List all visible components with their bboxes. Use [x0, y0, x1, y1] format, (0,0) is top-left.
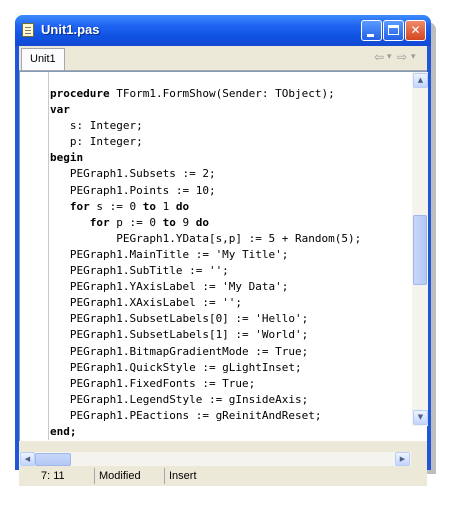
code-keyword: for: [89, 215, 110, 229]
code-token: TForm1.FormShow(Sender: TObject);: [109, 87, 335, 100]
maximize-icon: [388, 25, 399, 35]
code-token: PEGraph1.PEactions := gReinitAndReset;: [50, 408, 322, 422]
code-keyword: var: [50, 103, 70, 117]
code-line[interactable]: p: Integer;: [50, 134, 361, 150]
client-area: Unit1 ⇦ ▾ ⇨ ▾ procedure TForm1.FormShow(…: [19, 46, 428, 466]
window-title: Unit1.pas: [41, 22, 100, 37]
code-keyword: to: [162, 215, 176, 229]
title-bar[interactable]: Unit1.pas ✕: [15, 15, 431, 46]
scroll-down-button[interactable]: ▼: [413, 410, 428, 425]
code-token: PEGraph1.XAxisLabel := '';: [50, 296, 243, 310]
forward-arrow-icon[interactable]: ⇨: [397, 50, 407, 64]
minimize-button[interactable]: [361, 20, 382, 41]
code-keyword: do: [195, 215, 209, 229]
code-keyword: do: [175, 199, 190, 213]
tab-unit1[interactable]: Unit1: [21, 48, 65, 70]
code-line[interactable]: end;: [50, 424, 361, 440]
code-line[interactable]: PEGraph1.Subsets := 2;: [50, 166, 361, 182]
code-token: PEGraph1.SubTitle := '';: [50, 264, 229, 278]
code-line[interactable]: PEGraph1.BitmapGradientMode := True;: [50, 344, 361, 360]
horizontal-scroll-thumb[interactable]: [35, 453, 71, 466]
back-dropdown-icon[interactable]: ▾: [387, 52, 392, 62]
vertical-scroll-thumb[interactable]: [413, 215, 427, 285]
code-line[interactable]: PEGraph1.YData[s,p] := 5 + Random(5);: [50, 231, 361, 247]
code-token: p := 0: [109, 215, 163, 229]
code-text[interactable]: procedure TForm1.FormShow(Sender: TObjec…: [50, 86, 361, 440]
scroll-left-button[interactable]: ◀: [20, 452, 35, 466]
status-bar: 7: 11 Modified Insert: [19, 466, 427, 486]
editor-window: Unit1.pas ✕ Unit1 ⇦ ▾ ⇨ ▾ procedure TFor…: [15, 15, 431, 486]
code-line[interactable]: PEGraph1.YAxisLabel := 'My Data';: [50, 279, 361, 295]
code-keyword: for: [69, 199, 90, 213]
scrollbar-corner: [411, 452, 427, 466]
cursor-position: 7: 11: [19, 468, 95, 484]
close-button[interactable]: ✕: [405, 20, 426, 41]
code-line[interactable]: PEGraph1.LegendStyle := gInsideAxis;: [50, 392, 361, 408]
code-keyword: to: [142, 199, 156, 213]
code-keyword: end;: [50, 424, 77, 438]
maximize-button[interactable]: [383, 20, 404, 41]
document-icon: [22, 23, 34, 37]
code-editor[interactable]: procedure TForm1.FormShow(Sender: TObjec…: [19, 71, 428, 441]
code-token: 9: [175, 215, 196, 229]
code-line[interactable]: PEGraph1.QuickStyle := gLightInset;: [50, 360, 361, 376]
code-token: PEGraph1.Points := 10;: [50, 183, 216, 197]
code-token: s: Integer;: [50, 119, 143, 133]
editor-gutter: [20, 72, 49, 440]
code-line[interactable]: s: Integer;: [50, 118, 361, 134]
code-token: PEGraph1.SubsetLabels[0] := 'Hello';: [50, 312, 309, 326]
code-token: PEGraph1.QuickStyle := gLightInset;: [50, 360, 302, 374]
code-keyword: begin: [50, 151, 84, 165]
code-token: p: Integer;: [50, 135, 143, 149]
code-token: s := 0: [89, 199, 143, 213]
code-line[interactable]: PEGraph1.SubTitle := '';: [50, 263, 361, 279]
code-line[interactable]: for s := 0 to 1 do: [50, 199, 361, 215]
code-line[interactable]: PEGraph1.Points := 10;: [50, 183, 361, 199]
code-token: PEGraph1.FixedFonts := True;: [50, 376, 256, 390]
code-line[interactable]: PEGraph1.XAxisLabel := '';: [50, 295, 361, 311]
code-line[interactable]: PEGraph1.SubsetLabels[0] := 'Hello';: [50, 311, 361, 327]
code-keyword: procedure: [50, 87, 110, 100]
insert-mode-indicator: Insert: [169, 470, 197, 482]
code-line[interactable]: begin: [50, 150, 361, 166]
code-line[interactable]: PEGraph1.MainTitle := 'My Title';: [50, 247, 361, 263]
code-line[interactable]: var: [50, 102, 361, 118]
code-token: PEGraph1.SubsetLabels[1] := 'World';: [50, 328, 309, 342]
code-token: 1: [155, 199, 176, 213]
code-token: PEGraph1.MainTitle := 'My Title';: [50, 247, 289, 261]
modified-indicator: Modified: [95, 468, 165, 484]
forward-dropdown-icon[interactable]: ▾: [411, 52, 416, 62]
code-token: PEGraph1.LegendStyle := gInsideAxis;: [50, 392, 309, 406]
back-arrow-icon[interactable]: ⇦: [374, 50, 384, 64]
code-token: PEGraph1.YAxisLabel := 'My Data';: [50, 280, 289, 294]
minimize-icon: [367, 34, 374, 37]
code-line[interactable]: PEGraph1.FixedFonts := True;: [50, 376, 361, 392]
code-line[interactable]: PEGraph1.PEactions := gReinitAndReset;: [50, 408, 361, 424]
code-token: PEGraph1.YData[s,p] := 5 + Random(5);: [50, 231, 362, 245]
code-line[interactable]: for p := 0 to 9 do: [50, 215, 361, 231]
vertical-scrollbar[interactable]: ▲ ▼: [412, 72, 428, 426]
code-line[interactable]: PEGraph1.SubsetLabels[1] := 'World';: [50, 327, 361, 343]
tab-bar: Unit1 ⇦ ▾ ⇨ ▾: [19, 46, 427, 71]
horizontal-scrollbar[interactable]: ◀ ▶: [19, 452, 411, 466]
scroll-up-button[interactable]: ▲: [413, 73, 428, 88]
scroll-right-button[interactable]: ▶: [395, 452, 410, 466]
code-token: PEGraph1.Subsets := 2;: [50, 167, 216, 181]
code-line[interactable]: procedure TForm1.FormShow(Sender: TObjec…: [50, 86, 361, 102]
code-token: PEGraph1.BitmapGradientMode := True;: [50, 344, 309, 358]
